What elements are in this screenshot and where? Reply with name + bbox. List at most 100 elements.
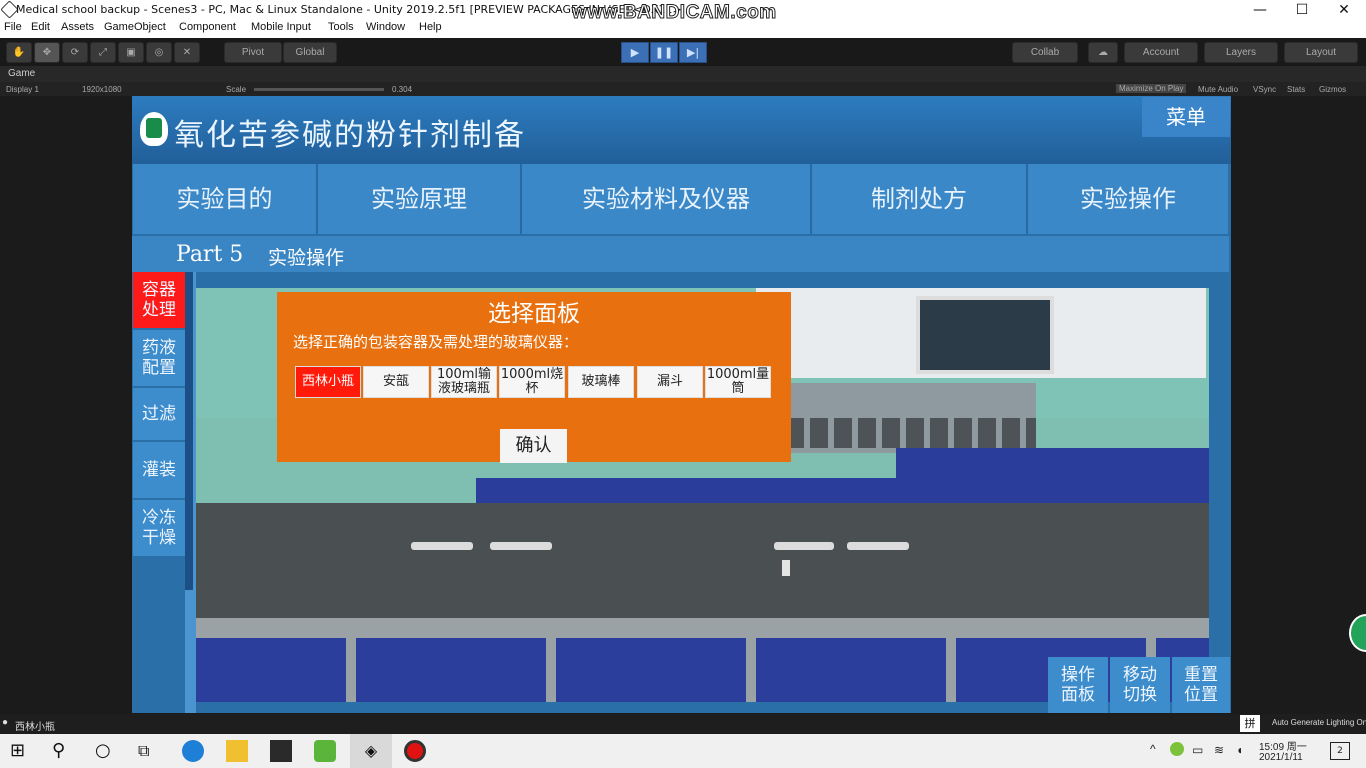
side-item-solution[interactable]: 药液配置	[133, 330, 185, 386]
bandicam-icon[interactable]	[404, 740, 426, 762]
page-title: 氧化苦参碱的粉针剂制备	[174, 118, 526, 153]
operation-panel-button[interactable]: 操作面板	[1048, 657, 1108, 713]
resolution-dropdown[interactable]: 1920x1080	[82, 85, 122, 94]
ie-browser-icon[interactable]	[314, 740, 336, 762]
maximize-button[interactable]: ☐	[1280, 0, 1324, 20]
pivot-toggle[interactable]: Pivot	[224, 42, 282, 63]
pause-icon[interactable]: ❚❚	[650, 42, 678, 63]
vsync-toggle[interactable]: VSync	[1253, 85, 1276, 94]
global-toggle[interactable]: Global	[283, 42, 337, 63]
store-icon[interactable]	[270, 740, 292, 762]
school-logo-icon	[140, 112, 168, 146]
lighting-status: Auto Generate Lighting On	[1272, 718, 1366, 727]
popup-title: 选择面板	[488, 301, 580, 327]
info-icon: ●	[2, 717, 9, 728]
option-ampoule[interactable]: 安瓿	[363, 366, 429, 398]
option-beaker[interactable]: 1000ml烧杯	[499, 366, 565, 398]
close-button[interactable]: ✕	[1322, 0, 1366, 20]
tab-game[interactable]: Game	[8, 68, 35, 79]
gizmos-dropdown[interactable]: Gizmos	[1319, 85, 1346, 94]
network-icon[interactable]: ≋	[1214, 743, 1224, 757]
search-icon[interactable]: ⚲	[52, 740, 74, 762]
scene-bench-top	[196, 503, 1209, 623]
scene-sink	[774, 542, 834, 550]
scene-sink	[490, 542, 552, 550]
menu-help[interactable]: Help	[419, 21, 442, 33]
play-icon[interactable]: ▶	[621, 42, 649, 63]
battery-icon[interactable]: ▭	[1192, 743, 1203, 757]
custom-tool-icon[interactable]: ✕	[174, 42, 200, 63]
tab-purpose[interactable]: 实验目的	[133, 164, 318, 234]
game-tab-bar	[0, 66, 1366, 82]
scale-label: Scale	[226, 85, 247, 94]
status-message: 西林小瓶	[15, 722, 55, 733]
rotate-tool-icon[interactable]: ⟳	[62, 42, 88, 63]
scene-vial[interactable]	[782, 560, 790, 576]
menu-tools[interactable]: Tools	[328, 21, 354, 33]
clock-time[interactable]: 15:09 周一	[1259, 738, 1307, 753]
notification-icon[interactable]: 2	[1330, 742, 1350, 760]
option-glass-rod[interactable]: 玻璃棒	[568, 366, 634, 398]
mute-audio-toggle[interactable]: Mute Audio	[1198, 85, 1238, 94]
menu-assets[interactable]: Assets	[61, 21, 94, 33]
task-view-icon[interactable]: ⧉	[138, 740, 160, 762]
tab-operation[interactable]: 实验操作	[1028, 164, 1228, 234]
scale-slider[interactable]	[254, 88, 384, 91]
move-switch-button[interactable]: 移动切换	[1110, 657, 1170, 713]
layers-dropdown[interactable]: Layers	[1204, 42, 1278, 63]
menu-edit[interactable]: Edit	[31, 21, 50, 33]
option-measuring-cylinder[interactable]: 1000ml量筒	[705, 366, 771, 398]
scale-tool-icon[interactable]: ⤢	[90, 42, 116, 63]
confirm-button[interactable]: 确认	[500, 429, 567, 463]
volume-icon[interactable]: ◖	[1236, 743, 1243, 757]
reset-position-button[interactable]: 重置位置	[1172, 657, 1230, 713]
menu-component[interactable]: Component	[179, 21, 236, 33]
tray-chevron-icon[interactable]: ^	[1150, 742, 1156, 756]
menu-window[interactable]: Window	[366, 21, 405, 33]
tab-prescription[interactable]: 制剂处方	[812, 164, 1028, 234]
transform-tool-icon[interactable]: ◎	[146, 42, 172, 63]
minimize-button[interactable]: —	[1238, 0, 1282, 20]
step-icon[interactable]: ▶|	[679, 42, 707, 63]
side-item-freeze-dry[interactable]: 冷冻干燥	[133, 500, 185, 556]
option-infusion-bottle[interactable]: 100ml输液玻璃瓶	[431, 366, 497, 398]
popup-instruction: 选择正确的包装容器及需处理的玻璃仪器：	[293, 333, 579, 351]
cortana-icon[interactable]: ○	[95, 740, 117, 762]
tab-materials[interactable]: 实验材料及仪器	[522, 164, 812, 234]
tab-principle[interactable]: 实验原理	[318, 164, 522, 234]
windows-start-icon[interactable]: ⊞	[10, 740, 32, 762]
side-item-filter[interactable]: 过滤	[133, 388, 185, 440]
stats-toggle[interactable]: Stats	[1287, 85, 1305, 94]
menu-mobile-input[interactable]: Mobile Input	[251, 21, 311, 33]
layout-dropdown[interactable]: Layout	[1284, 42, 1358, 63]
maximize-on-play-toggle[interactable]: Maximize On Play	[1116, 84, 1187, 93]
option-vial[interactable]: 西林小瓶	[295, 366, 361, 398]
side-item-filling[interactable]: 灌装	[133, 442, 185, 498]
menu-button[interactable]: 菜单	[1142, 97, 1230, 137]
rect-tool-icon[interactable]: ▣	[118, 42, 144, 63]
move-tool-icon[interactable]: ✥	[34, 42, 60, 63]
scene-vents	[786, 418, 1036, 448]
menu-file[interactable]: File	[4, 21, 22, 33]
account-dropdown[interactable]: Account	[1124, 42, 1198, 63]
cloud-icon[interactable]: ☁	[1088, 42, 1118, 63]
ime-indicator[interactable]: 拼	[1240, 715, 1260, 732]
taskbar	[0, 734, 1366, 768]
clock-date[interactable]: 2021/1/11	[1259, 752, 1303, 763]
unity-icon: ◈	[364, 741, 378, 760]
scene-window	[916, 296, 1054, 374]
file-explorer-icon[interactable]	[226, 740, 248, 762]
option-funnel[interactable]: 漏斗	[637, 366, 703, 398]
edge-browser-icon[interactable]	[182, 740, 204, 762]
hand-tool-icon[interactable]: ✋	[6, 42, 32, 63]
collab-dropdown[interactable]: Collab	[1012, 42, 1078, 63]
menu-gameobject[interactable]: GameObject	[104, 21, 166, 33]
side-item-container[interactable]: 容器处理	[133, 272, 185, 328]
part-title: 实验操作	[268, 247, 345, 269]
scene-sink	[411, 542, 473, 550]
side-scrollbar[interactable]	[185, 272, 193, 590]
display-dropdown[interactable]: Display 1	[6, 85, 39, 94]
part-number: Part 5	[176, 242, 244, 267]
tray-app-icon[interactable]	[1170, 742, 1184, 756]
scale-value: 0.304	[392, 85, 413, 94]
